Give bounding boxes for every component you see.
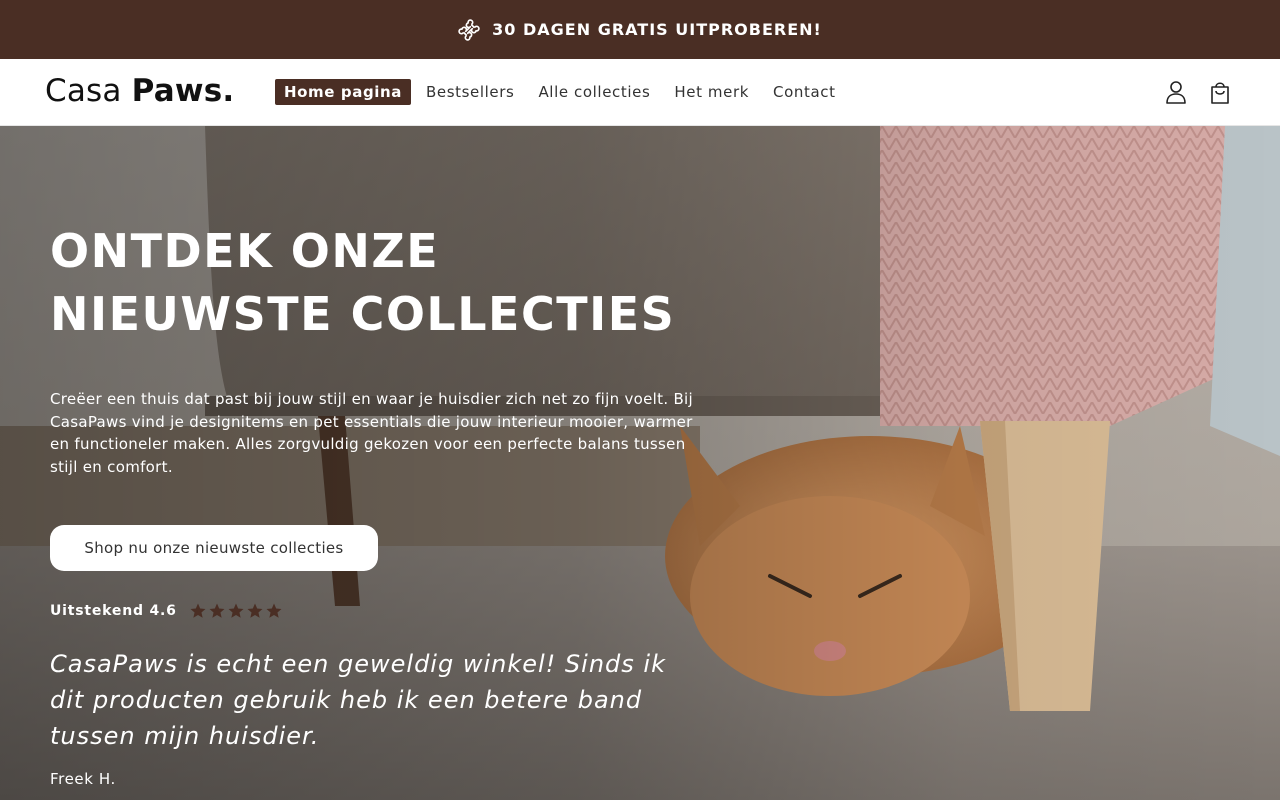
star-rating — [189, 602, 283, 620]
logo[interactable]: Casa Paws. — [45, 73, 234, 109]
star-icon — [266, 603, 282, 618]
rating-label: Uitstekend 4.6 — [50, 603, 177, 619]
hero-title-line: NIEUWSTE COLLECTIES — [50, 287, 676, 341]
nav-item-all-collections[interactable]: Alle collecties — [529, 79, 659, 105]
quote-line: dit producten gebruik heb ik een betere … — [50, 686, 643, 714]
site-header: Casa Paws. Home pagina Bestsellers Alle … — [0, 59, 1280, 126]
hero-description: Creëer een thuis dat past bij jouw stijl… — [50, 390, 693, 476]
logo-bold-text: Paws. — [131, 73, 235, 109]
nav-item-brand[interactable]: Het merk — [665, 79, 758, 105]
announcement-text: 30 DAGEN GRATIS UITPROBEREN! — [492, 20, 822, 39]
star-icon — [228, 603, 244, 618]
hero-banner: ONTDEK ONZE NIEUWSTE COLLECTIES Creëer e… — [0, 126, 1280, 800]
account-icon[interactable] — [1164, 79, 1188, 105]
announcement-bar: 30 DAGEN GRATIS UITPROBEREN! — [0, 0, 1280, 59]
main-nav: Home pagina Bestsellers Alle collecties … — [275, 79, 851, 105]
rating-summary: Uitstekend 4.6 — [50, 602, 283, 620]
nav-item-contact[interactable]: Contact — [764, 79, 845, 105]
testimonial-author: Freek H. — [50, 770, 116, 788]
shop-collections-button[interactable]: Shop nu onze nieuwste collecties — [50, 525, 378, 571]
quote-line: tussen mijn huisdier. — [50, 722, 320, 750]
nav-item-bestsellers[interactable]: Bestsellers — [417, 79, 523, 105]
testimonial-quote: CasaPaws is echt een geweldig winkel! Si… — [50, 646, 690, 754]
hero-title: ONTDEK ONZE NIEUWSTE COLLECTIES — [50, 220, 750, 346]
nav-item-home[interactable]: Home pagina — [275, 79, 412, 105]
logo-light-text: Casa — [45, 73, 122, 109]
star-icon — [190, 603, 206, 618]
bone-icon — [458, 18, 480, 41]
quote-line: CasaPaws is echt een geweldig winkel! Si… — [50, 650, 666, 678]
star-icon — [209, 603, 225, 618]
hero-title-line: ONTDEK ONZE — [50, 224, 440, 278]
star-icon — [247, 603, 263, 618]
cart-icon[interactable] — [1208, 79, 1232, 105]
